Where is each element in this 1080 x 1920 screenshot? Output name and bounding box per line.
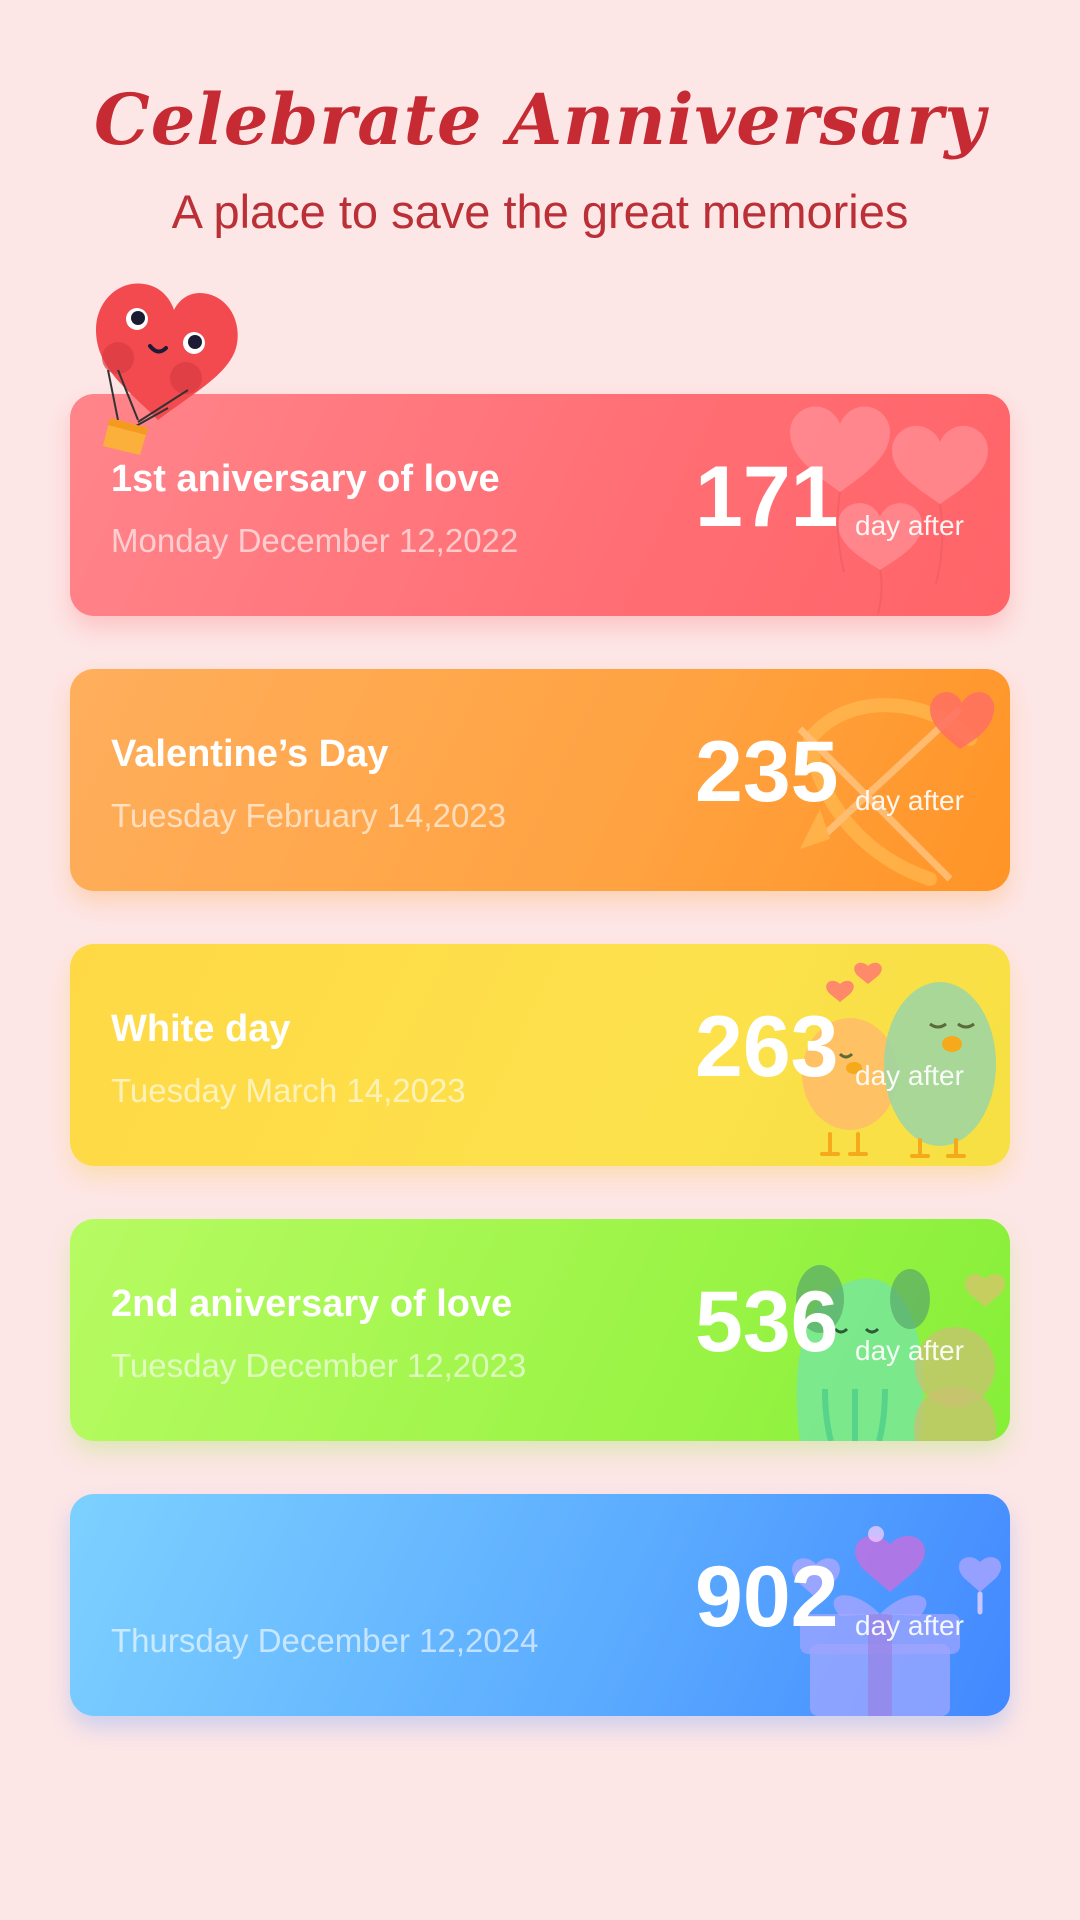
card-title: 1st aniversary of love	[111, 458, 500, 500]
day-unit: day after	[855, 785, 964, 816]
heart-balloon-icon	[96, 283, 238, 455]
day-count: 235	[695, 724, 839, 820]
day-count: 536	[695, 1274, 839, 1370]
card-date: Monday December 12,2022	[111, 522, 519, 559]
anniversary-card[interactable]: Valentine’s Day Tuesday February 14,2023…	[70, 669, 1010, 891]
anniversary-card[interactable]: White day Tuesday March 14,2023 263 day …	[70, 944, 1010, 1166]
day-unit: day after	[855, 1335, 964, 1366]
card-date: Tuesday February 14,2023	[111, 797, 507, 834]
card-title: Valentine’s Day	[111, 733, 389, 775]
day-unit: day after	[855, 1060, 964, 1091]
page-title: Celebrate Anniversary	[94, 78, 986, 161]
card-date: Tuesday December 12,2023	[111, 1347, 527, 1384]
day-count: 171	[695, 449, 839, 545]
card-title: 2nd aniversary of love	[111, 1283, 513, 1325]
day-count: 902	[695, 1549, 839, 1645]
card-date: Tuesday March 14,2023	[111, 1072, 466, 1109]
anniversary-card[interactable]: Thursday December 12,2024 902 day after	[70, 1494, 1010, 1716]
page-subtitle: A place to save the great memories	[171, 185, 909, 238]
day-unit: day after	[855, 1610, 964, 1641]
day-unit: day after	[855, 510, 964, 541]
anniversary-card[interactable]: 2nd aniversary of love Tuesday December …	[70, 1219, 1010, 1441]
day-count: 263	[695, 999, 839, 1095]
card-date: Thursday December 12,2024	[111, 1622, 539, 1659]
card-title: White day	[111, 1008, 291, 1050]
